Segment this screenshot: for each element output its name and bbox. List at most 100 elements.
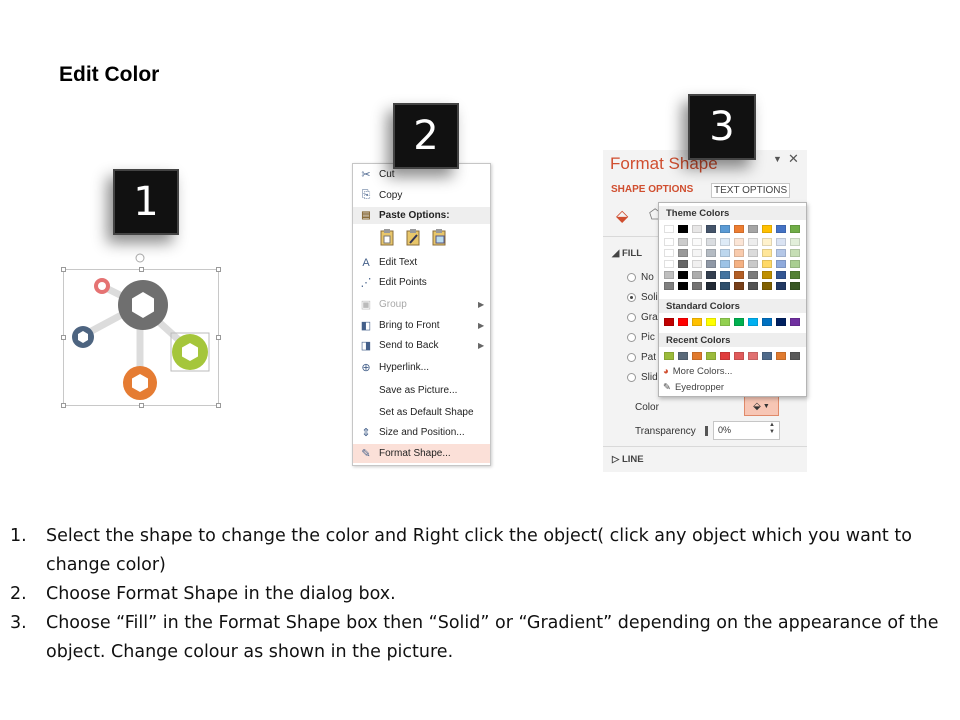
line-section-header[interactable]: ▷ LINE xyxy=(612,454,644,465)
recent-color-swatch[interactable] xyxy=(734,352,744,360)
theme-color-swatch[interactable] xyxy=(692,271,702,279)
theme-color-swatch[interactable] xyxy=(790,225,800,233)
paste-keep-source-icon[interactable] xyxy=(379,228,395,246)
fill-option-no-fill[interactable]: No xyxy=(627,272,654,283)
paste-destination-icon[interactable] xyxy=(405,228,421,246)
theme-color-swatch[interactable] xyxy=(734,260,744,268)
fill-color-button[interactable]: ⬙ ▼ xyxy=(744,396,779,416)
theme-color-swatch[interactable] xyxy=(776,260,786,268)
menu-item-edit-points[interactable]: ⋰ Edit Points xyxy=(353,273,490,292)
orange-circle[interactable] xyxy=(123,366,157,400)
theme-color-swatch[interactable] xyxy=(664,238,674,246)
theme-color-swatch[interactable] xyxy=(664,271,674,279)
standard-color-swatch[interactable] xyxy=(790,318,800,326)
standard-color-swatch[interactable] xyxy=(706,318,716,326)
theme-color-swatch[interactable] xyxy=(790,282,800,290)
theme-color-swatch[interactable] xyxy=(720,225,730,233)
theme-color-swatch[interactable] xyxy=(720,260,730,268)
menu-item-format-shape[interactable]: ✎ Format Shape... xyxy=(353,444,490,463)
menu-item-set-default-shape[interactable]: Set as Default Shape xyxy=(353,403,490,422)
theme-color-swatch[interactable] xyxy=(790,260,800,268)
theme-color-swatch[interactable] xyxy=(762,282,772,290)
theme-color-swatch[interactable] xyxy=(762,249,772,257)
theme-color-swatch[interactable] xyxy=(664,225,674,233)
theme-color-swatch[interactable] xyxy=(706,225,716,233)
more-colors-item[interactable]: ◕ More Colors... xyxy=(663,366,732,377)
recent-color-swatch[interactable] xyxy=(706,352,716,360)
standard-color-swatch[interactable] xyxy=(692,318,702,326)
theme-color-swatch[interactable] xyxy=(762,238,772,246)
paste-picture-icon[interactable] xyxy=(431,228,447,246)
hexagon-network-graphic[interactable] xyxy=(60,250,230,410)
theme-color-swatch[interactable] xyxy=(748,282,758,290)
menu-item-send-to-back[interactable]: ◨ Send to Back ▶ xyxy=(353,336,490,355)
theme-color-swatch[interactable] xyxy=(706,249,716,257)
theme-color-swatch[interactable] xyxy=(762,225,772,233)
fill-option-solid[interactable]: Soli xyxy=(627,292,658,303)
theme-color-swatch[interactable] xyxy=(720,282,730,290)
eyedropper-item[interactable]: ✎ Eyedropper xyxy=(663,382,724,393)
theme-color-swatch[interactable] xyxy=(776,225,786,233)
theme-color-swatch[interactable] xyxy=(762,260,772,268)
theme-color-swatch[interactable] xyxy=(706,271,716,279)
recent-color-swatch[interactable] xyxy=(678,352,688,360)
menu-item-edit-text[interactable]: A Edit Text xyxy=(353,253,490,272)
theme-color-swatch[interactable] xyxy=(748,249,758,257)
menu-item-hyperlink[interactable]: ⊕ Hyperlink... xyxy=(353,358,490,377)
standard-color-swatch[interactable] xyxy=(678,318,688,326)
recent-color-swatch[interactable] xyxy=(776,352,786,360)
theme-color-swatch[interactable] xyxy=(706,238,716,246)
theme-color-swatch[interactable] xyxy=(748,225,758,233)
standard-color-swatch[interactable] xyxy=(664,318,674,326)
red-circle[interactable] xyxy=(94,278,110,294)
theme-color-swatch[interactable] xyxy=(720,249,730,257)
recent-color-swatch[interactable] xyxy=(762,352,772,360)
theme-color-swatch[interactable] xyxy=(692,225,702,233)
menu-item-copy[interactable]: ⎘ Copy xyxy=(353,186,490,205)
theme-color-swatch[interactable] xyxy=(664,282,674,290)
menu-item-save-as-picture[interactable]: Save as Picture... xyxy=(353,381,490,400)
recent-color-swatch[interactable] xyxy=(664,352,674,360)
recent-color-swatch[interactable] xyxy=(748,352,758,360)
fill-option-gradient[interactable]: Gra xyxy=(627,312,658,323)
theme-color-swatch[interactable] xyxy=(692,249,702,257)
recent-color-swatch[interactable] xyxy=(790,352,800,360)
theme-color-swatch[interactable] xyxy=(720,238,730,246)
rotate-handle[interactable] xyxy=(135,253,145,263)
standard-color-swatch[interactable] xyxy=(748,318,758,326)
theme-color-swatch[interactable] xyxy=(678,260,688,268)
theme-color-swatch[interactable] xyxy=(776,238,786,246)
theme-color-swatch[interactable] xyxy=(678,271,688,279)
theme-color-swatch[interactable] xyxy=(664,260,674,268)
theme-color-swatch[interactable] xyxy=(734,249,744,257)
theme-color-swatch[interactable] xyxy=(790,238,800,246)
theme-color-swatch[interactable] xyxy=(678,249,688,257)
theme-color-swatch[interactable] xyxy=(720,271,730,279)
theme-color-swatch[interactable] xyxy=(664,249,674,257)
theme-color-swatch[interactable] xyxy=(706,282,716,290)
theme-color-swatch[interactable] xyxy=(678,225,688,233)
theme-color-swatch[interactable] xyxy=(734,282,744,290)
fill-line-icon[interactable]: ⬙ xyxy=(616,206,628,226)
standard-color-swatch[interactable] xyxy=(776,318,786,326)
theme-color-swatch[interactable] xyxy=(776,271,786,279)
recent-color-swatch[interactable] xyxy=(692,352,702,360)
theme-color-swatch[interactable] xyxy=(776,282,786,290)
theme-color-swatch[interactable] xyxy=(748,260,758,268)
hub-circle[interactable] xyxy=(118,280,168,330)
standard-color-swatch[interactable] xyxy=(720,318,730,326)
theme-color-swatch[interactable] xyxy=(790,249,800,257)
fill-section-header[interactable]: ◢ FILL xyxy=(612,248,642,259)
pane-options-chevron-icon[interactable]: ▼ xyxy=(773,154,782,164)
fill-option-pattern[interactable]: Pat xyxy=(627,352,656,363)
standard-color-swatch[interactable] xyxy=(734,318,744,326)
tab-shape-options[interactable]: SHAPE OPTIONS xyxy=(611,184,693,195)
theme-color-swatch[interactable] xyxy=(748,238,758,246)
tab-text-options[interactable]: TEXT OPTIONS xyxy=(711,183,791,198)
theme-color-swatch[interactable] xyxy=(790,271,800,279)
menu-item-group[interactable]: ▣ Group ▶ xyxy=(353,295,490,314)
transparency-slider[interactable] xyxy=(705,426,708,436)
theme-color-swatch[interactable] xyxy=(692,260,702,268)
theme-color-swatch[interactable] xyxy=(734,225,744,233)
spinner-icon[interactable]: ▲ ▼ xyxy=(769,422,775,436)
